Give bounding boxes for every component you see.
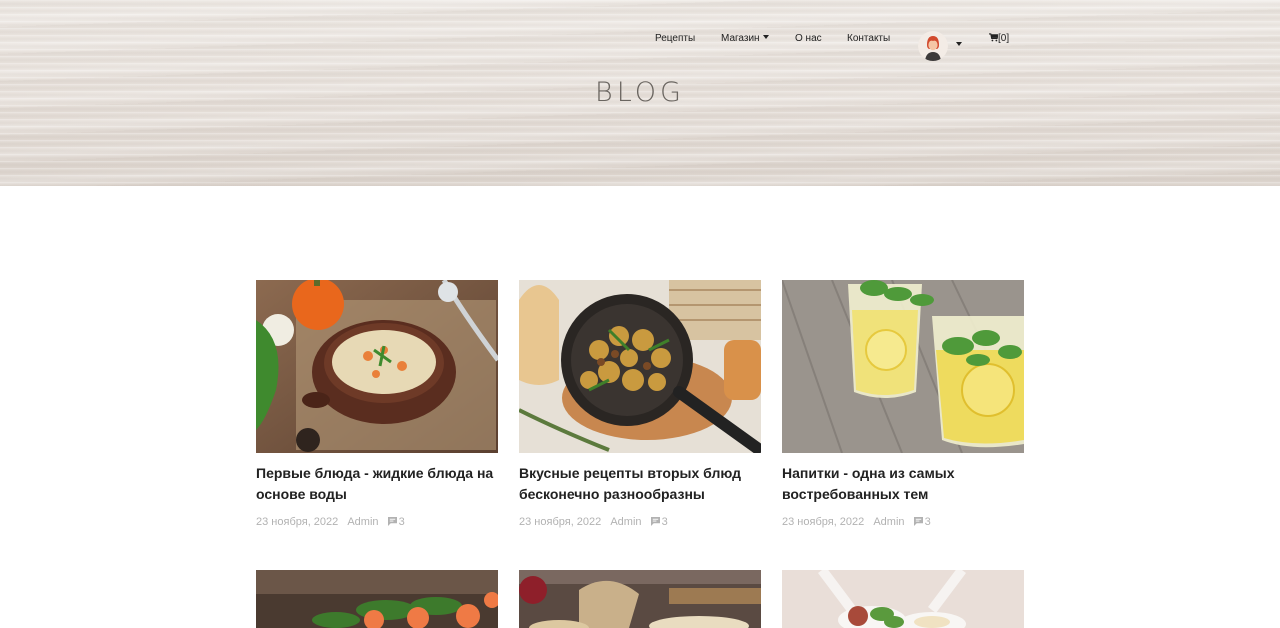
chevron-down-icon xyxy=(762,35,769,39)
page-title: BLOG xyxy=(595,77,685,108)
nav-item-about[interactable]: О нас xyxy=(795,33,822,45)
post-author[interactable]: Admin xyxy=(873,516,904,528)
nav-item-recipes[interactable]: Рецепты xyxy=(655,33,695,45)
nav-item-shop-label: Магазин xyxy=(721,33,760,44)
cart-link[interactable]: [0] xyxy=(989,33,1009,45)
comment-icon xyxy=(913,517,923,526)
post-date: 23 ноября, 2022 xyxy=(519,516,602,528)
avatar-icon[interactable] xyxy=(918,31,948,61)
cart-count: [0] xyxy=(998,33,1010,44)
comment-icon xyxy=(650,517,660,526)
post-meta: 23 ноября, 2022 Admin 3 xyxy=(782,515,1024,529)
post-image-bread-table[interactable] xyxy=(519,570,761,628)
post-image-lemonade[interactable] xyxy=(782,280,1024,453)
comment-icon xyxy=(387,517,397,526)
post-meta: 23 ноября, 2022 Admin 3 xyxy=(519,515,761,529)
post-card xyxy=(519,570,761,628)
post-title[interactable]: Напитки - одна из самых востребованных т… xyxy=(782,463,1024,505)
post-comments-count[interactable]: 3 xyxy=(399,516,405,528)
post-title[interactable]: Вкусные рецепты вторых блюд бесконечно р… xyxy=(519,463,761,505)
post-card xyxy=(782,570,1024,628)
nav-item-contacts[interactable]: Контакты xyxy=(847,33,890,45)
post-image-soup[interactable] xyxy=(256,280,498,453)
post-date: 23 ноября, 2022 xyxy=(782,516,865,528)
user-menu-chevron-icon[interactable] xyxy=(956,42,962,46)
post-comments-count[interactable]: 3 xyxy=(662,516,668,528)
post-image-pan-potatoes[interactable] xyxy=(519,280,761,453)
post-author[interactable]: Admin xyxy=(610,516,641,528)
post-comments-count[interactable]: 3 xyxy=(925,516,931,528)
post-title[interactable]: Первые блюда - жидкие блюда на основе во… xyxy=(256,463,498,505)
post-card: Напитки - одна из самых востребованных т… xyxy=(782,280,1024,529)
post-card xyxy=(256,570,498,628)
post-image-spoons[interactable] xyxy=(782,570,1024,628)
nav-item-shop[interactable]: Магазин xyxy=(721,33,769,45)
hero-banner: Рецепты Магазин О нас Контакты [0] BLOG xyxy=(0,0,1280,186)
post-meta: 23 ноября, 2022 Admin 3 xyxy=(256,515,498,529)
post-card: Первые блюда - жидкие блюда на основе во… xyxy=(256,280,498,529)
post-author[interactable]: Admin xyxy=(347,516,378,528)
cart-icon xyxy=(989,33,999,42)
post-date: 23 ноября, 2022 xyxy=(256,516,339,528)
post-image-salmon-herbs[interactable] xyxy=(256,570,498,628)
post-card: Вкусные рецепты вторых блюд бесконечно р… xyxy=(519,280,761,529)
